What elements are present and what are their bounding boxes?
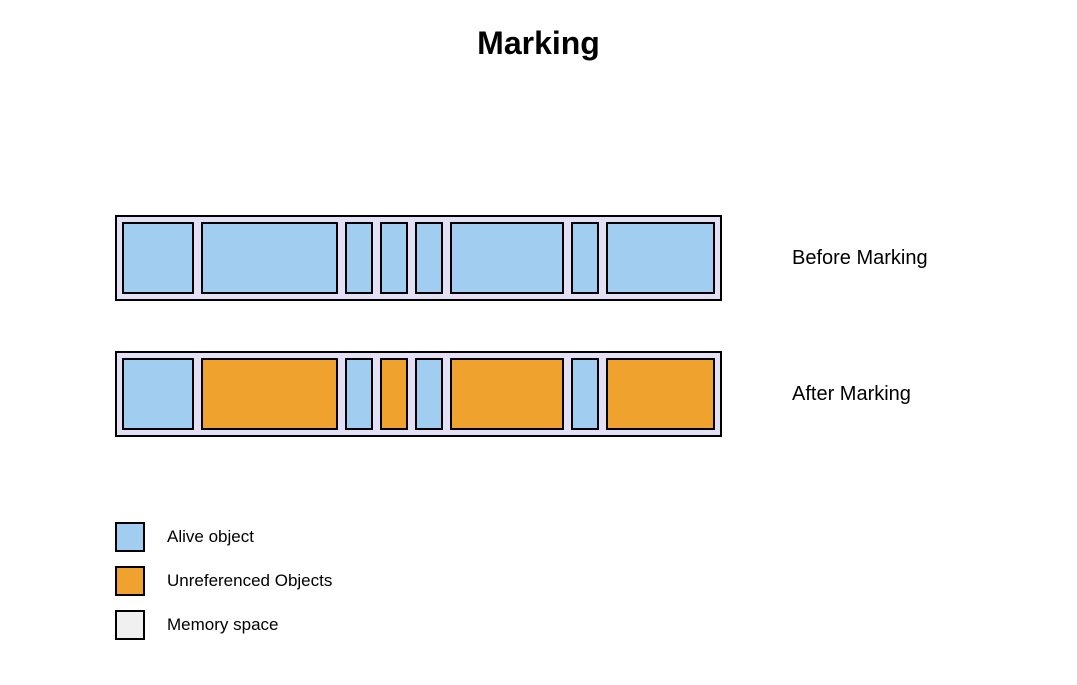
legend-item-alive: Alive object [115, 522, 332, 552]
alive-swatch-icon [115, 522, 145, 552]
memory-block [450, 358, 564, 430]
diagram-title: Marking [0, 25, 1077, 62]
unreferenced-swatch-icon [115, 566, 145, 596]
legend-item-unref: Unreferenced Objects [115, 566, 332, 596]
memory-block [122, 222, 194, 294]
memory-block [571, 222, 599, 294]
memory-block [571, 358, 599, 430]
memory-rows: Before Marking After Marking [115, 215, 928, 487]
after-memory-bar [115, 351, 722, 437]
memory-block [201, 222, 338, 294]
legend-mem-label: Memory space [167, 615, 278, 635]
legend-alive-label: Alive object [167, 527, 254, 547]
legend-unref-label: Unreferenced Objects [167, 571, 332, 591]
memory-block [380, 358, 408, 430]
memory-block [201, 358, 338, 430]
memory-block [415, 358, 443, 430]
memory-swatch-icon [115, 610, 145, 640]
memory-block [450, 222, 564, 294]
before-marking-row: Before Marking [115, 215, 928, 301]
after-marking-row: After Marking [115, 351, 928, 437]
memory-block [380, 222, 408, 294]
memory-block [606, 358, 715, 430]
memory-block [415, 222, 443, 294]
before-marking-label: Before Marking [792, 247, 928, 270]
memory-block [345, 222, 373, 294]
legend: Alive object Unreferenced Objects Memory… [115, 522, 332, 654]
legend-item-mem: Memory space [115, 610, 332, 640]
memory-block [345, 358, 373, 430]
before-memory-bar [115, 215, 722, 301]
memory-block [606, 222, 715, 294]
memory-block [122, 358, 194, 430]
after-marking-label: After Marking [792, 383, 911, 406]
